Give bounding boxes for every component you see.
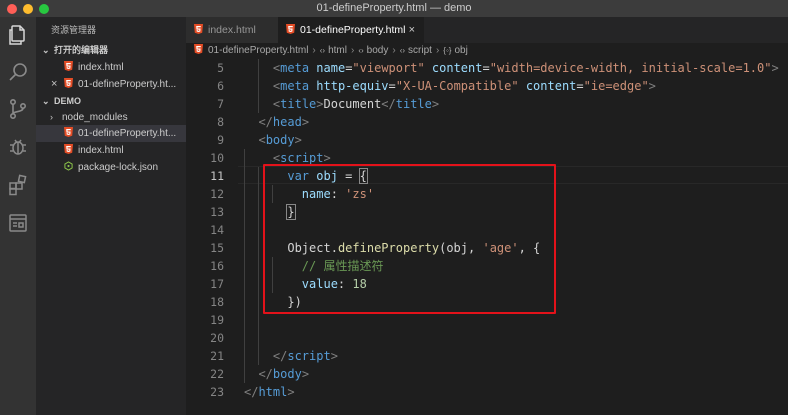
code-line: <meta name="viewport" content="width=dev…	[272, 61, 779, 75]
tag-icon: ‹›	[358, 46, 364, 55]
code-line: </head>	[258, 115, 310, 129]
line-number: 23	[210, 385, 224, 399]
source-control-icon[interactable]	[6, 97, 30, 121]
line-number: 9	[217, 133, 224, 147]
html5-file-icon	[194, 44, 203, 54]
breadcrumb: 01-defineProperty.html › ‹› html › ‹› body › ‹› s…	[186, 43, 788, 59]
code-line: </html>	[244, 385, 295, 399]
extensions-icon[interactable]	[6, 173, 30, 197]
file-item[interactable]: package-lock.json	[36, 159, 186, 176]
line-number: 6	[217, 79, 224, 93]
line-number: 7	[217, 97, 224, 111]
line-number: 13	[210, 205, 224, 219]
html5-file-icon	[64, 78, 73, 88]
tab-define-property[interactable]: 01-defineProperty.html ×	[278, 17, 424, 43]
title-bar: 01-defineProperty.html — demo	[0, 0, 788, 17]
tab-label: 01-defineProperty.html	[300, 24, 406, 36]
close-icon[interactable]: ×	[409, 17, 415, 43]
html5-file-icon	[64, 144, 73, 154]
html5-file-icon	[64, 127, 73, 137]
html5-file-icon	[286, 24, 295, 34]
search-icon[interactable]	[6, 61, 30, 85]
file-label: index.html	[78, 145, 124, 156]
html5-file-icon	[64, 61, 73, 71]
folder-item[interactable]: › node_modules	[36, 109, 186, 126]
html5-file-icon	[194, 24, 203, 34]
window-title: 01-defineProperty.html — demo	[316, 2, 472, 14]
chevron-down-icon: ⌄	[42, 96, 50, 106]
line-number: 22	[210, 367, 224, 381]
close-icon[interactable]: ×	[51, 76, 61, 93]
tab-index-html[interactable]: index.html	[186, 17, 278, 43]
open-editors-label: 打开的编辑器	[54, 45, 109, 55]
line-number: 20	[210, 331, 224, 345]
file-item[interactable]: index.html	[36, 142, 186, 159]
line-number: 8	[217, 115, 224, 129]
line-number: 15	[210, 241, 224, 255]
line-number: 17	[210, 277, 224, 291]
line-number: 18	[210, 295, 224, 309]
chevron-down-icon: ⌄	[42, 45, 50, 55]
code-editor[interactable]: 5 6 7 8 9 10 11 12 13 14 15 16 17 18 19 …	[186, 59, 788, 415]
explorer-header: 资源管理器	[51, 25, 97, 35]
annotation-highlight-box	[263, 164, 556, 314]
line-number: 16	[210, 259, 224, 273]
debug-icon[interactable]	[6, 135, 30, 159]
line-number: 10	[210, 151, 224, 165]
open-editor-item[interactable]: index.html	[36, 59, 186, 76]
folder-chevron-icon: ›	[50, 112, 53, 122]
line-number: 5	[217, 61, 224, 75]
remote-explorer-icon[interactable]	[6, 211, 30, 235]
tab-bar: index.html 01-defineProperty.html ×	[186, 17, 788, 43]
workspace-label: DEMO	[54, 96, 81, 106]
line-number: 14	[210, 223, 224, 237]
folder-label: node_modules	[62, 112, 128, 123]
variable-icon: {◦}	[443, 46, 452, 55]
breadcrumb-separator: ›	[435, 45, 440, 56]
open-editors-section[interactable]: ⌄ 打开的编辑器	[36, 42, 186, 58]
line-number: 19	[210, 313, 224, 327]
explorer-sidebar: 资源管理器 ⌄ 打开的编辑器 index.html × 01-definePrope…	[36, 17, 186, 415]
breadcrumb-file[interactable]: 01-defineProperty.html	[208, 45, 308, 56]
json-file-icon	[64, 161, 73, 171]
breadcrumb-separator: ›	[392, 45, 396, 56]
activity-bar	[0, 17, 36, 415]
file-item[interactable]: 01-defineProperty.ht...	[36, 125, 186, 142]
open-editor-item[interactable]: × 01-defineProperty.ht...	[36, 76, 186, 93]
tag-icon: ‹›	[399, 46, 406, 55]
file-label: package-lock.json	[78, 162, 159, 173]
tag-icon: ‹›	[319, 46, 326, 55]
code-line: </body>	[258, 367, 310, 381]
breadcrumb-separator: ›	[312, 45, 316, 56]
line-number: 11	[210, 169, 224, 183]
breadcrumb-item[interactable]: obj	[454, 45, 467, 56]
code-line: </script>	[272, 349, 338, 363]
line-number: 21	[210, 349, 224, 363]
code-line: <body>	[258, 133, 302, 147]
tab-label: index.html	[208, 24, 256, 36]
breadcrumb-separator: ›	[351, 45, 355, 56]
line-number: 12	[210, 187, 224, 201]
code-line: <meta http-equiv="X-UA-Compatible" conte…	[272, 79, 656, 93]
breadcrumb-item[interactable]: script	[408, 45, 432, 56]
open-editor-label: 01-defineProperty.ht...	[78, 79, 177, 90]
breadcrumb-item[interactable]: body	[367, 45, 389, 56]
open-editor-label: index.html	[78, 62, 124, 73]
workspace-section[interactable]: ⌄ DEMO	[36, 93, 186, 109]
breadcrumb-item[interactable]: html	[328, 45, 347, 56]
file-label: 01-defineProperty.ht...	[78, 128, 177, 139]
files-icon[interactable]	[6, 23, 30, 47]
code-line: <title>Document</title>	[272, 97, 440, 111]
